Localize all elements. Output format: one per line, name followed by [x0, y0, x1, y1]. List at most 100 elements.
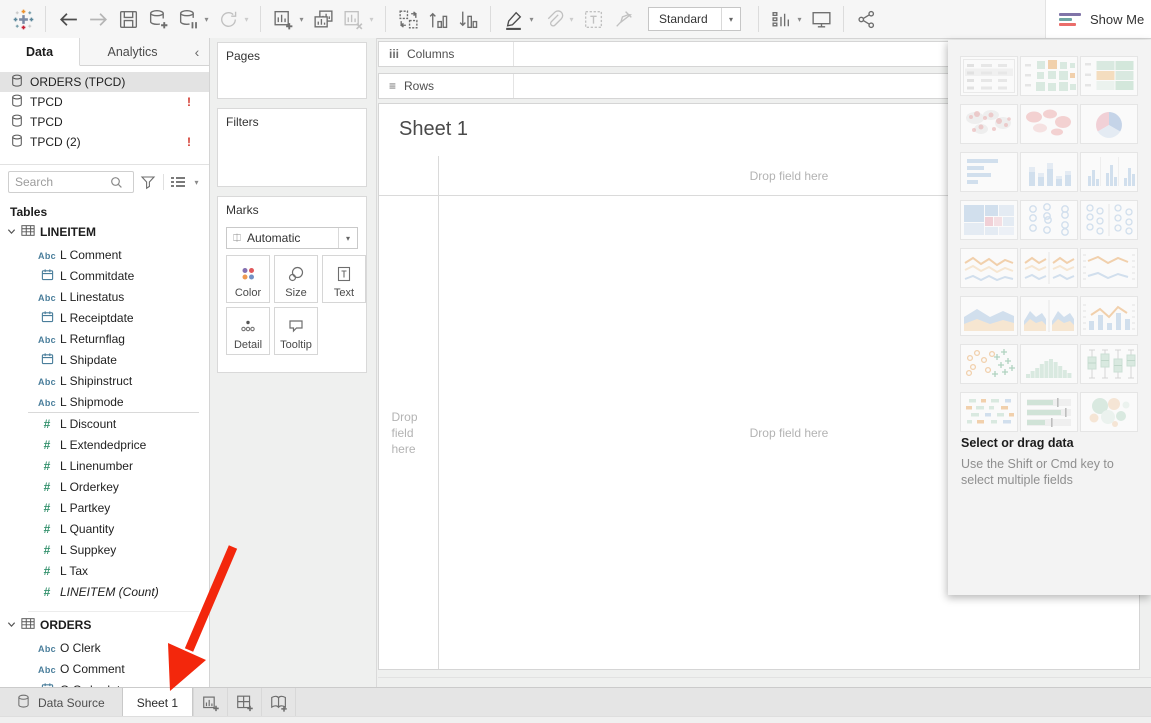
- pause-auto-updates-button[interactable]: [173, 4, 203, 34]
- pause-auto-updates-caret-icon[interactable]: ▾: [202, 15, 211, 24]
- highlight-button[interactable]: [498, 4, 528, 34]
- datasource-item[interactable]: TPCD: [0, 112, 209, 132]
- mark-type-value: Automatic: [247, 231, 338, 245]
- show-me-panel: Select or drag data Use the Shift or Cmd…: [948, 40, 1151, 595]
- presentation-mode-button[interactable]: [806, 4, 836, 34]
- field-item[interactable]: # L Suppkey: [0, 539, 209, 560]
- new-worksheet-caret-icon[interactable]: ▾: [297, 15, 306, 24]
- highlight-caret-icon[interactable]: ▾: [527, 15, 536, 24]
- new-data-source-button[interactable]: [143, 4, 173, 34]
- table-group-orders[interactable]: ORDERS: [0, 612, 209, 637]
- datasource-item[interactable]: TPCD (2)!: [0, 132, 209, 152]
- datasource-cylinder-icon: [11, 134, 23, 151]
- collapse-pane-icon[interactable]: ‹: [185, 38, 209, 66]
- swap-rows-columns-button[interactable]: [393, 4, 423, 34]
- field-search-row: Search ▾: [8, 171, 203, 193]
- show-me-circle-views-thumbnail: [1020, 200, 1078, 240]
- sheet-title: Sheet 1: [399, 118, 468, 141]
- marks-buttons: Color Size Text Detail Tooltip: [226, 255, 366, 355]
- mark-button-label: Detail: [234, 339, 262, 351]
- tab-data-source[interactable]: Data Source: [0, 688, 122, 717]
- field-label: L Tax: [60, 564, 88, 578]
- number-field-icon: #: [34, 543, 60, 557]
- rows-icon: ≡: [389, 79, 396, 93]
- mark-button-size[interactable]: Size: [274, 255, 318, 303]
- table-name: ORDERS: [40, 618, 91, 632]
- field-label: L Linenumber: [60, 459, 133, 473]
- show-me-button[interactable]: Show Me: [1045, 0, 1151, 38]
- sort-ascending-button[interactable]: [423, 4, 453, 34]
- divider: [378, 677, 1151, 678]
- undo-button[interactable]: [53, 4, 83, 34]
- field-item[interactable]: # L Orderkey: [0, 476, 209, 497]
- mark-button-text[interactable]: Text: [322, 255, 366, 303]
- view-mode-select[interactable]: Standard▾: [648, 7, 741, 31]
- filter-fields-icon[interactable]: [139, 174, 158, 190]
- datasource-item[interactable]: ORDERS (TPCD): [0, 72, 209, 92]
- datasource-item[interactable]: TPCD!: [0, 92, 209, 112]
- mark-type-dropdown[interactable]: ⎅ Automatic ▾: [226, 227, 358, 249]
- mark-button-color[interactable]: Color: [226, 255, 270, 303]
- mark-button-tooltip[interactable]: Tooltip: [274, 307, 318, 355]
- new-story-button[interactable]: [262, 688, 296, 717]
- tab-sheet-1[interactable]: Sheet 1: [122, 688, 193, 717]
- field-item[interactable]: L Commitdate: [0, 265, 209, 286]
- pages-shelf[interactable]: Pages: [217, 42, 367, 99]
- clear-sheet-caret-icon: ▾: [367, 15, 376, 24]
- view-options-icon[interactable]: [169, 174, 188, 190]
- refresh-caret-icon: ▾: [242, 15, 251, 24]
- error-badge: !: [187, 95, 191, 109]
- field-item[interactable]: Abc L Linestatus: [0, 286, 209, 307]
- tab-data[interactable]: Data: [0, 38, 80, 66]
- status-bar: [0, 716, 1151, 723]
- share-button[interactable]: [851, 4, 881, 34]
- field-item[interactable]: # L Linenumber: [0, 455, 209, 476]
- mark-button-label: Color: [235, 287, 261, 299]
- field-item[interactable]: # L Discount: [0, 413, 209, 434]
- field-item[interactable]: Abc L Shipmode: [0, 391, 209, 412]
- sort-descending-button[interactable]: [453, 4, 483, 34]
- field-item[interactable]: # LINEITEM (Count): [0, 581, 209, 602]
- save-button[interactable]: [113, 4, 143, 34]
- new-worksheet-button[interactable]: [268, 4, 298, 34]
- field-item[interactable]: L Shipdate: [0, 349, 209, 370]
- show-me-side-by-side-bars-thumbnail: [1080, 152, 1138, 192]
- show-mark-labels-caret-icon[interactable]: ▾: [795, 15, 804, 24]
- search-input[interactable]: Search: [8, 171, 134, 193]
- field-item[interactable]: Abc O Clerk: [0, 637, 209, 658]
- data-source-tab-label: Data Source: [38, 696, 105, 710]
- tab-analytics[interactable]: Analytics: [80, 38, 185, 66]
- show-me-gantt-thumbnail: [960, 392, 1018, 432]
- field-item[interactable]: # L Extendedprice: [0, 434, 209, 455]
- datasource-label: TPCD (2): [30, 135, 81, 149]
- mark-button-detail[interactable]: Detail: [226, 307, 270, 355]
- show-me-dual-combination-thumbnail: [1080, 296, 1138, 336]
- new-worksheet-button[interactable]: [194, 688, 228, 717]
- divider: [163, 174, 164, 190]
- view-options-caret-icon[interactable]: ▾: [192, 178, 201, 187]
- field-item[interactable]: # L Quantity: [0, 518, 209, 539]
- show-me-stacked-bars-thumbnail: [1020, 152, 1078, 192]
- drop-zone-left[interactable]: Drop field here: [379, 196, 438, 669]
- field-item[interactable]: Abc L Comment: [0, 244, 209, 265]
- main-toolbar: ▾▾▾▾▾▾Standard▾▾ Show Me: [0, 0, 1151, 39]
- field-label: O Clerk: [60, 641, 101, 655]
- duplicate-button[interactable]: [308, 4, 338, 34]
- filters-shelf[interactable]: Filters: [217, 108, 367, 187]
- field-item[interactable]: Abc L Returnflag: [0, 328, 209, 349]
- show-mark-labels-button[interactable]: [766, 4, 796, 34]
- new-dashboard-button[interactable]: [228, 688, 262, 717]
- field-label: L Quantity: [60, 522, 114, 536]
- date-field-icon: [34, 268, 60, 284]
- field-item[interactable]: Abc L Shipinstruct: [0, 370, 209, 391]
- table-group-lineitem[interactable]: LINEITEM: [0, 219, 209, 244]
- show-me-box-and-whisker-thumbnail: [1080, 344, 1138, 384]
- show-me-highlight-table-thumbnail: [1080, 56, 1138, 96]
- field-item[interactable]: L Receiptdate: [0, 307, 209, 328]
- show-me-heat-map-thumbnail: [1020, 56, 1078, 96]
- text-icon: [335, 266, 353, 287]
- field-item[interactable]: Abc O Comment: [0, 658, 209, 679]
- field-item[interactable]: # L Tax: [0, 560, 209, 581]
- field-item[interactable]: # L Partkey: [0, 497, 209, 518]
- tableau-logo-button[interactable]: [8, 4, 38, 34]
